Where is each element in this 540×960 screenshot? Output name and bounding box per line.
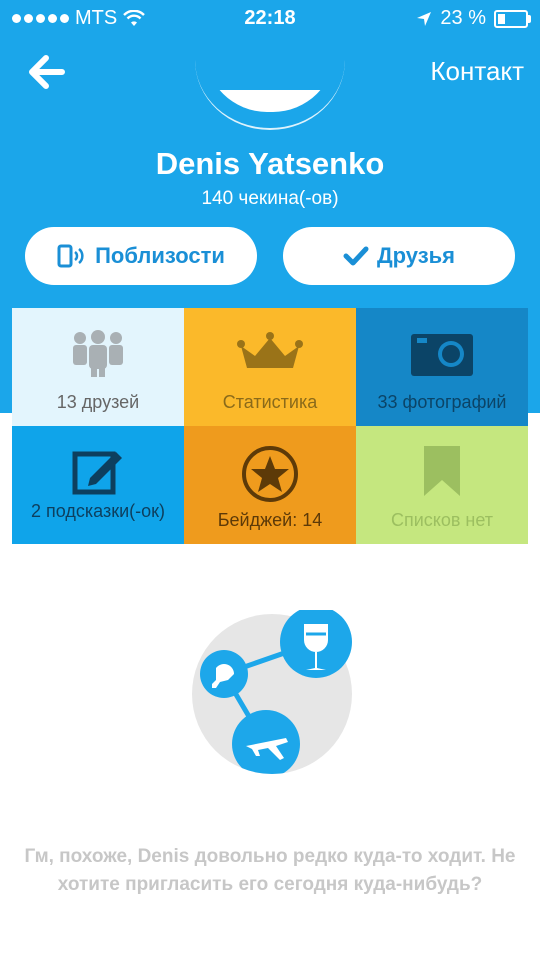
checkmark-icon: [343, 246, 369, 266]
nearby-button[interactable]: Поблизости: [25, 227, 257, 285]
tile-badges[interactable]: Бейджей: 14: [184, 426, 356, 544]
camera-icon: [411, 334, 473, 376]
battery-percent: 23 %: [440, 7, 486, 29]
stats-grid: 13 друзей Статистика 33 фотографий 2 под…: [12, 308, 528, 544]
tile-photos[interactable]: 33 фотографий: [356, 308, 528, 426]
star-badge-icon: [242, 446, 298, 502]
contact-button[interactable]: Контакт: [430, 56, 524, 87]
empty-state-message: Гм, похоже, Denis довольно редко куда-то…: [24, 846, 516, 895]
tile-statistics[interactable]: Статистика: [184, 308, 356, 426]
checkin-count: 140 чекина(-ов): [201, 188, 339, 209]
tile-friends[interactable]: 13 друзей: [12, 308, 184, 426]
tile-tips[interactable]: 2 подсказки(-ок): [12, 426, 184, 544]
empty-state-illustration: [192, 610, 352, 774]
battery-icon: [494, 9, 531, 28]
profile-name: Denis Yatsenko: [155, 146, 385, 181]
nearby-label: Поблизости: [95, 243, 225, 268]
location-arrow-icon: [417, 11, 432, 26]
bookmark-icon: [424, 446, 460, 496]
friends-button[interactable]: Друзья: [283, 227, 515, 285]
tile-photos-label: 33 фотографий: [377, 392, 507, 412]
tile-lists-label: Списков нет: [390, 510, 494, 530]
tile-friends-label: 13 друзей: [56, 392, 140, 412]
people-icon: [73, 330, 123, 377]
back-button[interactable]: [26, 52, 66, 92]
tile-statistics-label: Статистика: [222, 392, 318, 412]
tile-lists[interactable]: Списков нет: [356, 426, 528, 544]
arrow-left-icon: [29, 55, 65, 89]
tile-badges-label: Бейджей: 14: [217, 510, 323, 530]
tile-tips-label: 2 подсказки(-ок): [30, 501, 165, 521]
phone-signal-icon: [57, 244, 84, 268]
crown-icon: [237, 332, 303, 368]
friends-label: Друзья: [376, 243, 456, 268]
edit-icon: [72, 451, 122, 495]
